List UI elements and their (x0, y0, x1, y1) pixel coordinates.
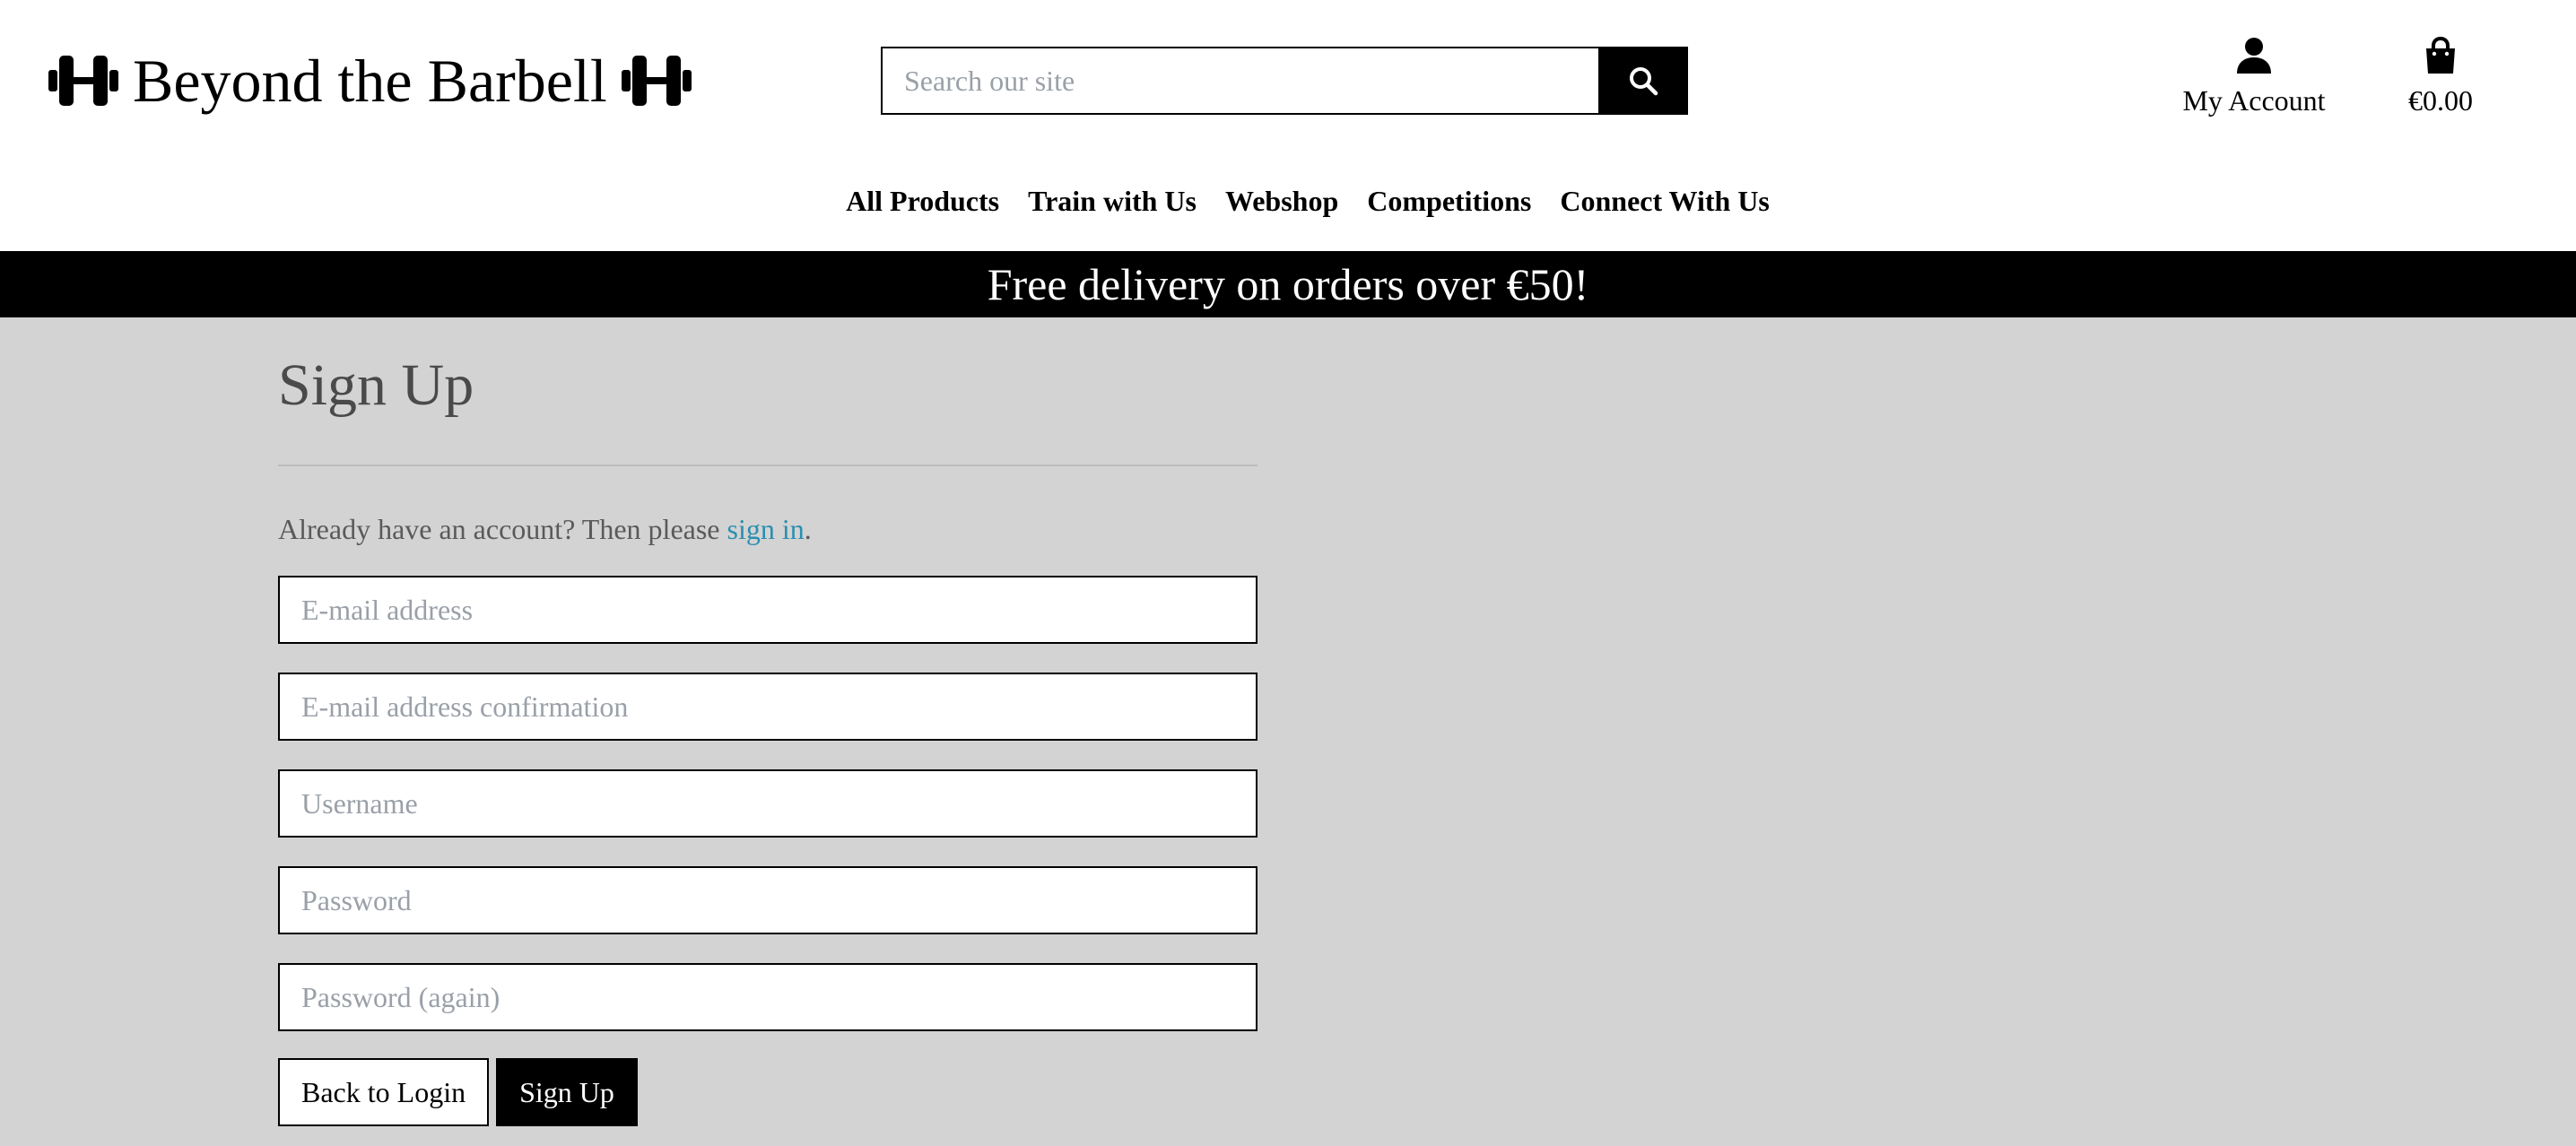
site-header: Beyond the Barbell My Account (0, 0, 2576, 251)
cart-total: €0.00 (2408, 84, 2473, 117)
signup-form: Back to Login Sign Up (278, 576, 1258, 1126)
signin-prompt-text: Already have an account? Then please (278, 513, 727, 545)
divider (278, 464, 1258, 466)
signup-section: Sign Up Already have an account? Then pl… (278, 317, 1258, 1126)
dumbbell-icon (621, 56, 692, 106)
nav-item-webshop[interactable]: Webshop (1225, 185, 1338, 217)
search-button[interactable] (1598, 47, 1688, 115)
email-confirmation-field[interactable] (278, 673, 1258, 741)
signin-link[interactable]: sign in (727, 513, 805, 545)
username-field[interactable] (278, 769, 1258, 838)
logo-text: Beyond the Barbell (133, 47, 607, 115)
search-input[interactable] (881, 47, 1598, 115)
nav-item-all-products[interactable]: All Products (846, 185, 999, 217)
back-to-login-button[interactable]: Back to Login (278, 1058, 490, 1126)
shopping-bag-icon (2426, 36, 2455, 74)
signin-prompt: Already have an account? Then please sig… (278, 511, 1258, 547)
signin-prompt-suffix: . (804, 513, 812, 545)
my-account-label: My Account (2182, 84, 2326, 117)
nav-item-train-with-us[interactable]: Train with Us (1028, 185, 1197, 217)
sign-up-button[interactable]: Sign Up (496, 1058, 638, 1126)
delivery-banner: Free delivery on orders over €50! (0, 251, 2576, 317)
email-field[interactable] (278, 576, 1258, 644)
user-icon (2237, 38, 2271, 74)
main-nav: All Products Train with Us Webshop Compe… (0, 176, 2576, 226)
nav-item-connect-with-us[interactable]: Connect With Us (1560, 185, 1770, 217)
search-form (881, 47, 1688, 115)
page-title: Sign Up (278, 352, 474, 418)
nav-item-competitions[interactable]: Competitions (1367, 185, 1531, 217)
cart-link[interactable]: €0.00 (2391, 36, 2490, 126)
my-account-link[interactable]: My Account (2171, 36, 2337, 126)
password-field[interactable] (278, 866, 1258, 934)
nav-list: All Products Train with Us Webshop Compe… (846, 185, 1770, 218)
form-buttons: Back to Login Sign Up (278, 1058, 1258, 1126)
logo-link[interactable]: Beyond the Barbell (48, 43, 692, 118)
dumbbell-icon (48, 56, 118, 106)
delivery-banner-text: Free delivery on orders over €50! (987, 259, 1589, 309)
search-icon (1630, 67, 1658, 96)
password-again-field[interactable] (278, 963, 1258, 1031)
